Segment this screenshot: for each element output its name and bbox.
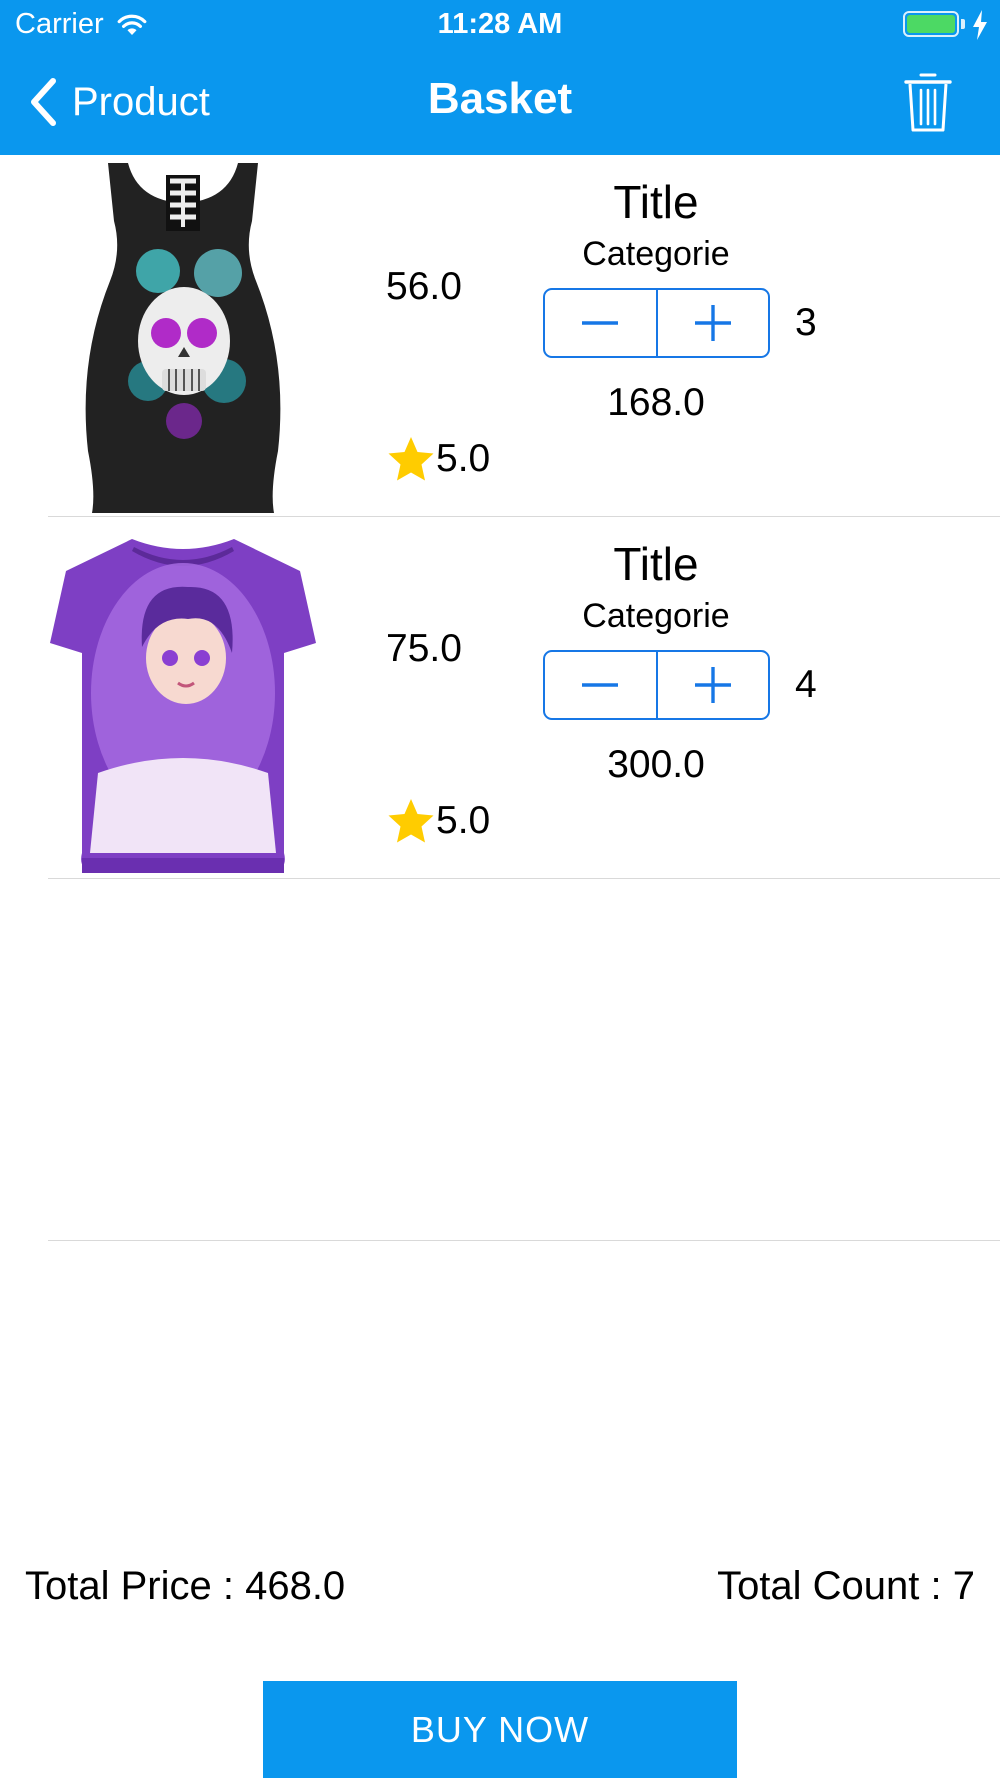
minus-icon [582, 683, 619, 687]
unit-price: 56.0 [386, 265, 462, 308]
basket-item-row: 56.0 Title Categorie 3 168.0 5.0 [0, 155, 1000, 517]
increment-button[interactable] [655, 290, 769, 356]
product-image-girl-tshirt [50, 539, 316, 873]
basket-item-row: 75.0 Title Categorie 4 300.0 5.0 [0, 517, 1000, 879]
decrement-button[interactable] [545, 652, 656, 718]
battery-nub [961, 19, 965, 29]
total-price: Total Price : 468.0 [25, 1564, 346, 1608]
status-time: 11:28 AM [437, 8, 563, 40]
product-image-skull-tank-top [85, 163, 281, 513]
star-icon [388, 799, 434, 843]
plus-icon [694, 305, 731, 341]
buy-now-button[interactable]: BUY NOW [263, 1681, 737, 1778]
clear-basket-button[interactable] [902, 70, 954, 134]
minus-icon [582, 321, 619, 325]
page-title: Basket [427, 74, 573, 123]
item-rating: 5.0 [386, 797, 490, 845]
trash-icon [904, 73, 952, 132]
unit-price: 75.0 [386, 627, 462, 670]
item-quantity: 4 [795, 663, 817, 706]
item-quantity: 3 [795, 301, 817, 344]
battery-charging-icon [903, 11, 959, 37]
row-divider [48, 878, 1000, 879]
decrement-button[interactable] [545, 290, 656, 356]
item-category: Categorie [582, 235, 730, 273]
increment-button[interactable] [655, 652, 769, 718]
item-title: Title [613, 176, 699, 228]
navigation-bar: Carrier 11:28 AM Product Basket [0, 0, 1000, 155]
item-subtotal: 168.0 [607, 381, 705, 424]
item-category: Categorie [582, 597, 730, 635]
item-title: Title [613, 538, 699, 590]
rating-value: 5.0 [436, 437, 491, 480]
star-icon [388, 437, 434, 481]
quantity-stepper [543, 288, 770, 358]
item-subtotal: 300.0 [607, 743, 705, 786]
quantity-stepper [543, 650, 770, 720]
charging-bolt-icon [973, 10, 987, 40]
rating-value: 5.0 [436, 799, 491, 842]
row-divider [48, 1240, 1000, 1241]
total-count: Total Count : 7 [717, 1564, 975, 1608]
item-rating: 5.0 [386, 435, 490, 483]
plus-icon [694, 667, 731, 703]
